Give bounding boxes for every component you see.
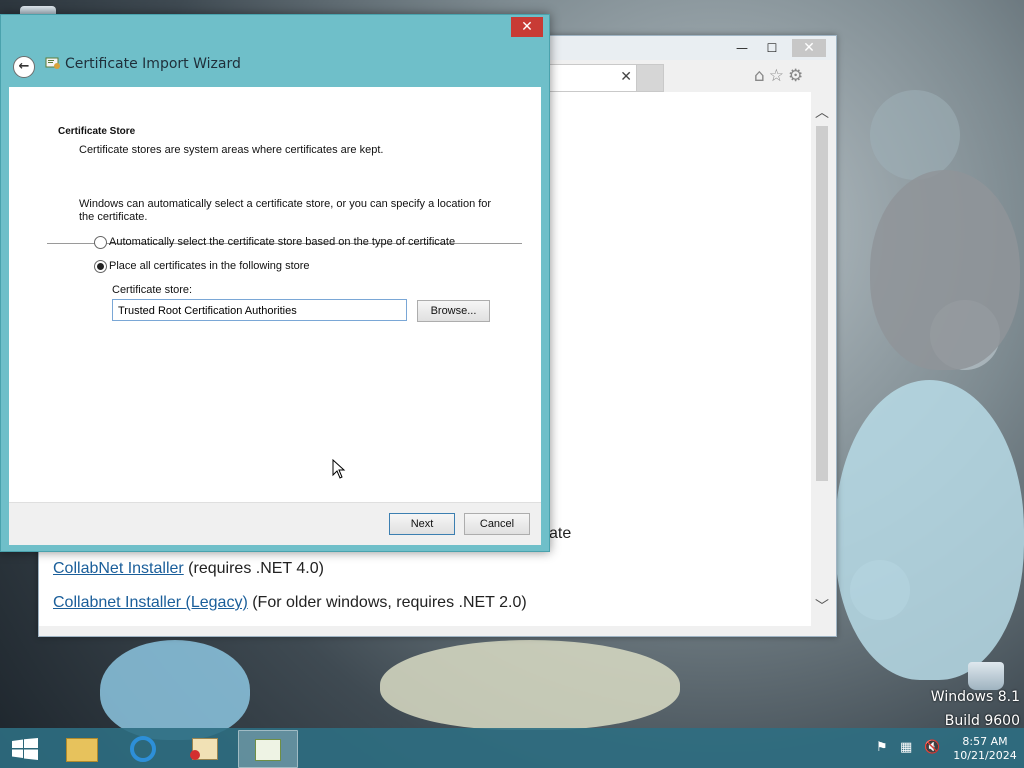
clock-time: 8:57 AM [962,735,1008,748]
wallpaper-cream-figure [380,640,680,730]
certificate-icon [45,57,60,69]
taskbar-certificate-wizard-icon[interactable] [238,730,298,768]
cancel-button[interactable]: Cancel [464,513,530,535]
browser-toolbar-icons[interactable]: ⌂☆⚙ [754,66,807,86]
link-line-collabnet: CollabNet Installer (requires .NET 4.0) [53,560,324,578]
section-heading: Certificate Store [58,126,136,137]
wizard-body: Certificate Store Certificate stores are… [9,87,541,516]
tab-close-icon[interactable]: ✕ [620,69,632,85]
taskbar-certificate-manager-icon[interactable] [176,730,234,766]
section-description: Certificate stores are system areas wher… [79,144,384,156]
system-clock[interactable]: 8:57 AM 10/21/2024 [950,735,1020,763]
action-center-flag-icon[interactable]: ⚑ [876,740,888,755]
intro-text-line1: Windows can automatically select a certi… [79,198,492,210]
network-icon[interactable]: ▦ [900,740,912,755]
link-line-collabnet-legacy: Collabnet Installer (Legacy) (For older … [53,594,527,612]
radio-place-in-store[interactable] [94,260,107,273]
partial-text: ate [549,525,572,542]
windows-version-watermark: Windows 8.1 Build 9600 [880,685,1020,733]
browser-minimize-button[interactable]: — [732,40,752,56]
browser-maximize-button[interactable]: ☐ [762,40,782,56]
radio-auto-select-label[interactable]: Automatically select the certificate sto… [109,236,455,248]
link-description: (For older windows, requires .NET 2.0) [247,594,527,611]
windows-start-icon[interactable] [12,738,38,760]
volume-muted-icon[interactable]: 🔇 [924,740,940,755]
mouse-cursor-icon [332,459,346,479]
collabnet-legacy-installer-link[interactable]: Collabnet Installer (Legacy) [53,594,248,611]
back-arrow-icon[interactable]: ← [13,56,35,78]
browser-tab[interactable]: ✕ [547,64,637,92]
certificate-store-label: Certificate store: [112,284,193,296]
intro-text-line2: the certificate. [79,211,148,223]
new-tab-button[interactable] [636,64,664,92]
next-button[interactable]: Next [389,513,455,535]
radio-place-in-store-label[interactable]: Place all certificates in the following … [109,260,310,272]
collabnet-installer-link[interactable]: CollabNet Installer [53,560,184,577]
wizard-close-button[interactable]: ✕ [511,17,543,37]
wizard-footer: Next Cancel [9,502,541,545]
certificate-import-wizard: ✕ ← Certificate Import Wizard Certificat… [0,14,550,552]
scroll-down-icon[interactable]: ﹀ [815,596,829,616]
taskbar: ⚑ ▦ 🔇 [0,728,1024,768]
radio-auto-select[interactable] [94,236,107,249]
wallpaper-cat-figure [870,170,1020,370]
wizard-title: Certificate Import Wizard [65,56,241,72]
link-description: (requires .NET 4.0) [183,560,324,577]
clock-date: 10/21/2024 [953,749,1017,762]
wallpaper-blue-figure [100,640,250,740]
taskbar-internet-explorer-icon[interactable] [114,730,172,766]
browser-close-button[interactable]: ✕ [792,39,826,57]
browser-scrollbar[interactable]: ︿ ﹀ [811,92,833,626]
certificate-store-field[interactable]: Trusted Root Certification Authorities [112,299,407,321]
scrollbar-thumb[interactable] [816,126,828,481]
watermark-line1: Windows 8.1 [930,689,1020,705]
browse-button[interactable]: Browse... [417,300,490,322]
taskbar-file-explorer-icon[interactable] [52,730,110,766]
wallpaper-elephant-figure [835,380,1024,680]
scroll-up-icon[interactable]: ︿ [815,102,829,122]
